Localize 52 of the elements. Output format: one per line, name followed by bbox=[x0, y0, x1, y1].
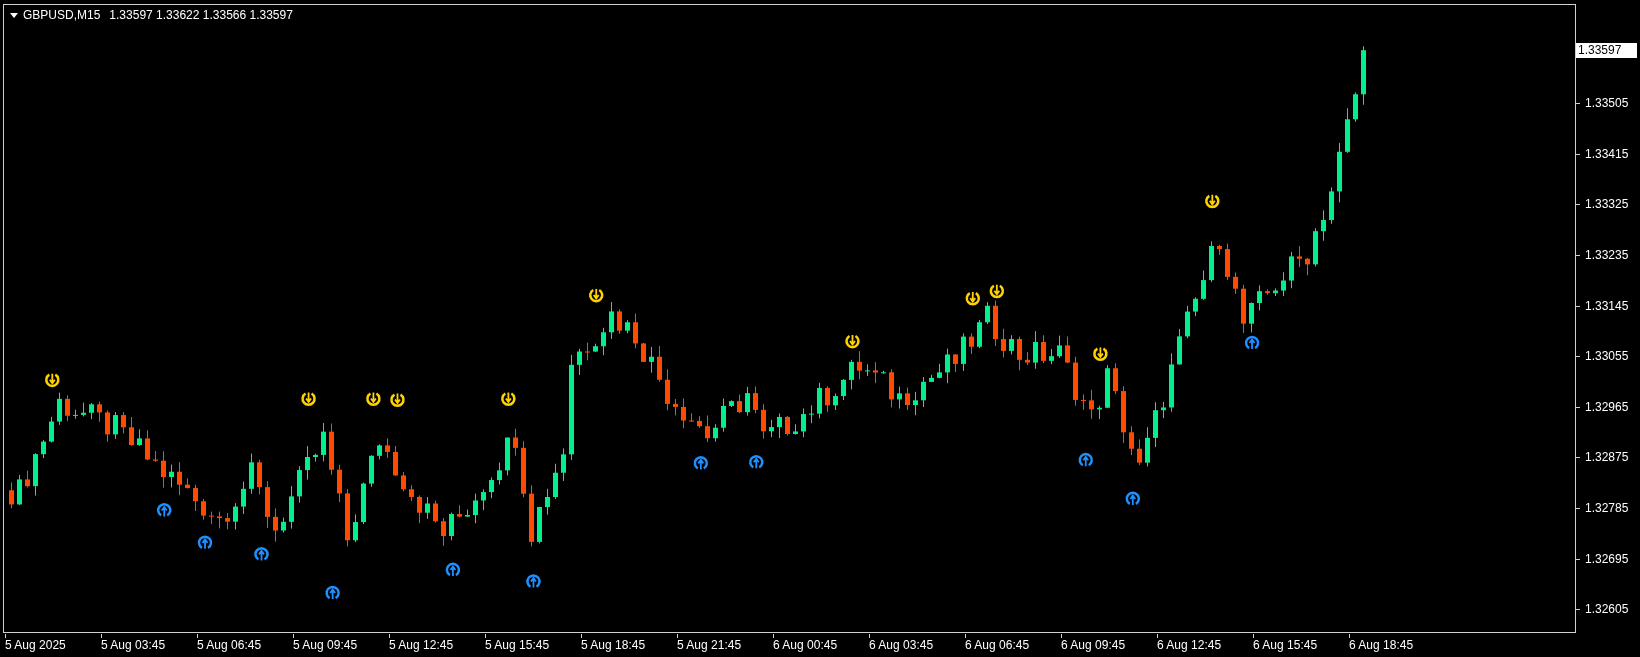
up-arrow-icon bbox=[325, 585, 340, 600]
down-arrow-icon bbox=[390, 392, 405, 407]
price-label: 1.33325 bbox=[1585, 197, 1629, 212]
up-arrow-icon bbox=[1078, 452, 1093, 468]
quote-values: 1.33597 1.33622 1.33566 1.33597 bbox=[109, 8, 293, 22]
down-arrow-icon bbox=[1093, 346, 1108, 361]
down-arrow-icon bbox=[501, 391, 516, 406]
time-label: 5 Aug 12:45 bbox=[389, 638, 455, 652]
current-price-label: 1.33597 bbox=[1576, 43, 1637, 58]
up-arrow-icon bbox=[1125, 491, 1140, 506]
down-arrow-icon bbox=[366, 391, 381, 406]
up-arrow-icon bbox=[254, 547, 269, 562]
time-label: 6 Aug 03:45 bbox=[869, 638, 935, 652]
time-label: 5 Aug 2025 bbox=[5, 638, 67, 652]
time-label: 6 Aug 12:45 bbox=[1157, 638, 1223, 652]
down-arrow-icon bbox=[965, 291, 980, 306]
down-arrow-icon bbox=[845, 334, 860, 349]
down-arrow-icon bbox=[589, 288, 604, 303]
up-arrow-icon bbox=[197, 535, 213, 550]
time-label: 5 Aug 15:45 bbox=[485, 638, 551, 652]
up-arrow-icon bbox=[445, 562, 461, 577]
price-label: 1.32965 bbox=[1585, 399, 1629, 414]
up-arrow-icon bbox=[157, 503, 172, 518]
time-label: 6 Aug 06:45 bbox=[965, 638, 1031, 652]
price-label: 1.32875 bbox=[1585, 450, 1629, 465]
price-label: 1.32695 bbox=[1585, 551, 1629, 566]
price-label: 1.32785 bbox=[1585, 501, 1629, 515]
down-arrow-icon bbox=[45, 372, 60, 387]
time-label: 5 Aug 18:45 bbox=[581, 638, 647, 652]
time-label: 5 Aug 06:45 bbox=[197, 638, 263, 652]
down-arrow-icon bbox=[1205, 193, 1220, 209]
time-label: 6 Aug 09:45 bbox=[1061, 638, 1127, 652]
time-label: 5 Aug 09:45 bbox=[293, 638, 359, 652]
price-label: 1.33415 bbox=[1585, 146, 1629, 161]
time-label: 6 Aug 18:45 bbox=[1349, 638, 1415, 652]
time-label: 5 Aug 03:45 bbox=[101, 638, 167, 652]
down-arrow-icon bbox=[301, 391, 316, 406]
up-arrow-icon bbox=[1244, 335, 1260, 350]
down-arrow-icon bbox=[989, 283, 1005, 299]
dropdown-triangle-icon[interactable] bbox=[10, 12, 18, 18]
price-label: 1.32605 bbox=[1585, 602, 1629, 617]
price-label: 1.33505 bbox=[1585, 96, 1629, 110]
price-label: 1.33145 bbox=[1585, 298, 1629, 313]
up-arrow-icon bbox=[526, 574, 541, 589]
up-arrow-icon bbox=[749, 455, 764, 470]
time-label: 6 Aug 15:45 bbox=[1253, 638, 1319, 652]
up-arrow-icon bbox=[693, 456, 708, 471]
time-label: 6 Aug 00:45 bbox=[773, 638, 839, 652]
price-label: 1.33235 bbox=[1585, 247, 1629, 262]
time-label: 5 Aug 21:45 bbox=[677, 638, 743, 652]
symbol-label: GBPUSD,M15 bbox=[23, 8, 101, 22]
price-label: 1.33055 bbox=[1585, 349, 1629, 364]
